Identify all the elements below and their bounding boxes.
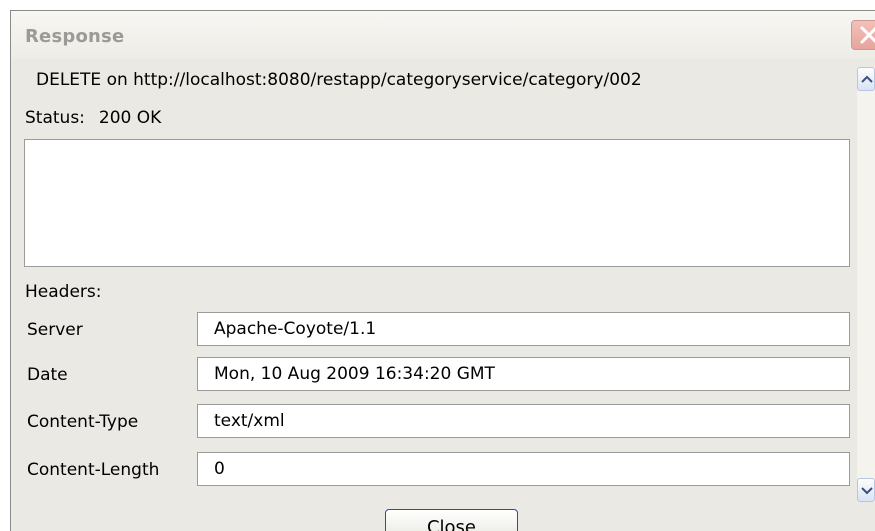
- header-row-content-length: Content-Length 0: [11, 452, 861, 488]
- header-name: Date: [27, 365, 68, 385]
- chevron-down-icon: [861, 487, 873, 495]
- headers-label: Headers:: [25, 282, 102, 302]
- close-x-icon: [860, 26, 875, 44]
- scroll-down-button[interactable]: [857, 478, 875, 502]
- title-bar[interactable]: Response: [11, 11, 875, 59]
- header-name: Server: [27, 320, 83, 340]
- dialog-content: DELETE on http://localhost:8080/restapp/…: [11, 61, 875, 531]
- header-row-content-type: Content-Type text/xml: [11, 404, 861, 440]
- header-value-field[interactable]: Mon, 10 Aug 2009 16:34:20 GMT: [197, 357, 850, 391]
- window-close-button[interactable]: [851, 20, 875, 50]
- header-value-field[interactable]: 0: [197, 452, 850, 486]
- vertical-scrollbar[interactable]: [857, 67, 875, 502]
- header-row-date: Date Mon, 10 Aug 2009 16:34:20 GMT: [11, 357, 861, 393]
- scroll-up-button[interactable]: [857, 67, 875, 91]
- request-line: DELETE on http://localhost:8080/restapp/…: [36, 70, 642, 90]
- response-dialog: Response DELETE on http://localhost:8080…: [10, 10, 875, 531]
- close-button[interactable]: Close: [385, 509, 518, 531]
- header-value-field[interactable]: text/xml: [197, 404, 850, 438]
- chevron-up-icon: [861, 75, 873, 83]
- header-row-server: Server Apache-Coyote/1.1: [11, 312, 861, 348]
- response-body-area[interactable]: [24, 139, 850, 267]
- header-value-field[interactable]: Apache-Coyote/1.1: [197, 312, 850, 346]
- window-title: Response: [25, 26, 125, 47]
- header-name: Content-Type: [27, 412, 139, 432]
- status-value: 200 OK: [98, 108, 162, 128]
- status-line: Status: 200 OK: [25, 108, 161, 128]
- header-name: Content-Length: [27, 460, 160, 480]
- status-label: Status:: [25, 108, 85, 128]
- page: Response DELETE on http://localhost:8080…: [0, 0, 875, 531]
